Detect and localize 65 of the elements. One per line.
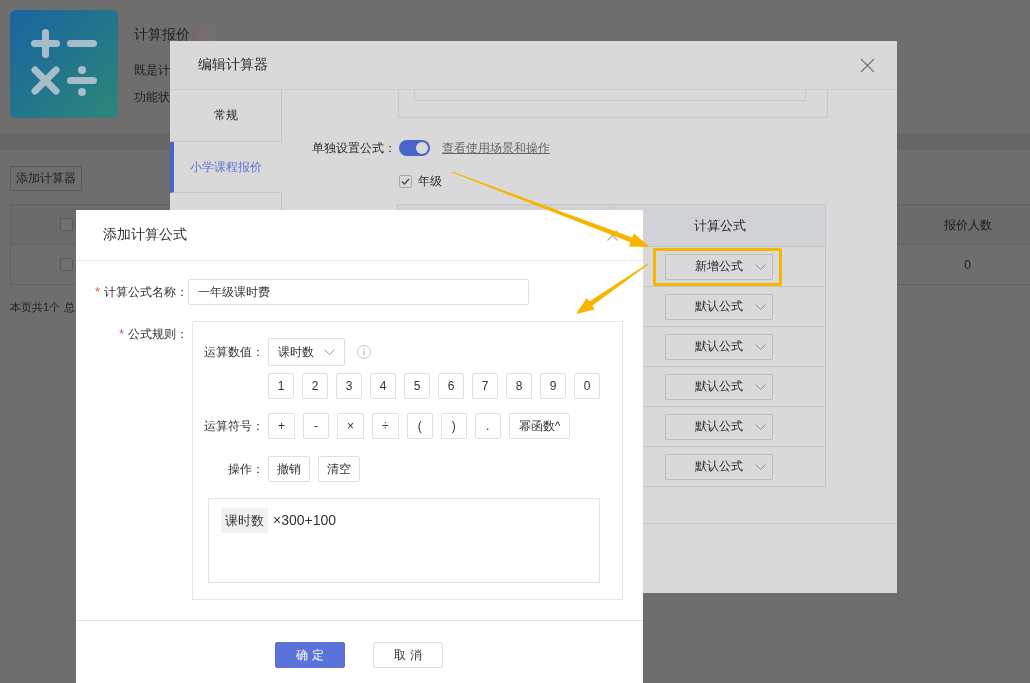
caret-icon — [754, 303, 766, 310]
action-button[interactable]: 撤销 — [268, 456, 310, 482]
field-label: 运算数值： — [204, 344, 264, 359]
caret-icon — [324, 349, 335, 355]
help-link[interactable]: 查看使用场景和操作 — [442, 140, 550, 156]
key-button[interactable]: 7 — [472, 373, 498, 399]
table-cell-text: 0 — [963, 256, 972, 273]
toggle-switch[interactable] — [399, 140, 430, 156]
checkbox[interactable] — [399, 175, 412, 188]
variable-tag: 课时数 — [221, 508, 268, 533]
summary-text: 本页共1个 — [10, 300, 61, 315]
key-button[interactable]: ) — [440, 413, 467, 439]
key-button[interactable]: 5 — [404, 373, 430, 399]
page-title: 计算报价 — [134, 25, 190, 44]
input-field[interactable]: 一年级课时费 — [188, 279, 529, 305]
select-field[interactable]: 课时数 — [268, 338, 345, 366]
description-text: 既是计 — [134, 62, 170, 78]
checkbox-label: 年级 — [418, 173, 442, 190]
column-header: 报价人数 — [942, 216, 993, 233]
close-icon[interactable] — [860, 57, 875, 73]
dropdown-button[interactable]: 默认公式 — [664, 373, 773, 400]
caret-icon — [754, 423, 766, 430]
info-icon[interactable] — [357, 345, 371, 359]
formula-text: ×300+100 — [273, 511, 337, 530]
key-button[interactable]: × — [337, 413, 365, 439]
required-mark: * — [95, 284, 100, 301]
formula-editor[interactable]: 课时数 ×300+100 — [208, 498, 600, 583]
dropdown-button[interactable]: 新增公式 — [664, 253, 773, 280]
dropdown-button[interactable]: 默认公式 — [664, 453, 773, 480]
summary-text: 总 — [64, 300, 76, 315]
key-button[interactable]: 0 — [574, 373, 600, 399]
field-label: 单独设置公式： — [312, 141, 396, 155]
key-button[interactable]: 4 — [370, 373, 396, 399]
calculator-icon — [10, 10, 118, 118]
field-label: 操作： — [228, 461, 264, 476]
key-button[interactable]: ÷ — [372, 413, 399, 439]
caret-icon — [754, 263, 766, 270]
dropdown-button[interactable]: 默认公式 — [664, 333, 773, 360]
caret-icon — [754, 343, 766, 350]
key-button[interactable]: 8 — [506, 373, 532, 399]
cancel-button[interactable]: 取 消 — [373, 642, 443, 668]
field-label: 计算公式名称： — [104, 284, 188, 301]
key-button[interactable]: 6 — [438, 373, 464, 399]
key-button[interactable]: 1 — [268, 373, 294, 399]
status-text: 功能状 — [134, 89, 170, 105]
key-button[interactable]: 9 — [540, 373, 566, 399]
field-label: 公式规则： — [128, 326, 188, 343]
field-label: 运算符号： — [204, 418, 264, 433]
dropdown-button[interactable]: 默认公式 — [664, 413, 773, 440]
required-mark: * — [119, 326, 124, 343]
tab[interactable]: 常规 — [170, 90, 282, 142]
caret-icon — [754, 383, 766, 390]
key-button[interactable]: 幂函数^ — [508, 413, 571, 439]
key-button[interactable]: 3 — [336, 373, 362, 399]
key-button[interactable]: . — [474, 413, 501, 439]
dialog-title: 编辑计算器 — [198, 56, 268, 74]
key-button[interactable]: - — [303, 413, 329, 439]
key-button[interactable]: 2 — [302, 373, 328, 399]
action-button[interactable]: 清空 — [318, 456, 360, 482]
dialog-title: 添加计算公式 — [103, 226, 187, 244]
confirm-button[interactable]: 确 定 — [275, 642, 345, 668]
key-button[interactable]: ( — [406, 413, 433, 439]
dropdown-button[interactable]: 默认公式 — [664, 293, 773, 320]
caret-icon — [754, 463, 766, 470]
key-button[interactable]: + — [268, 413, 295, 439]
